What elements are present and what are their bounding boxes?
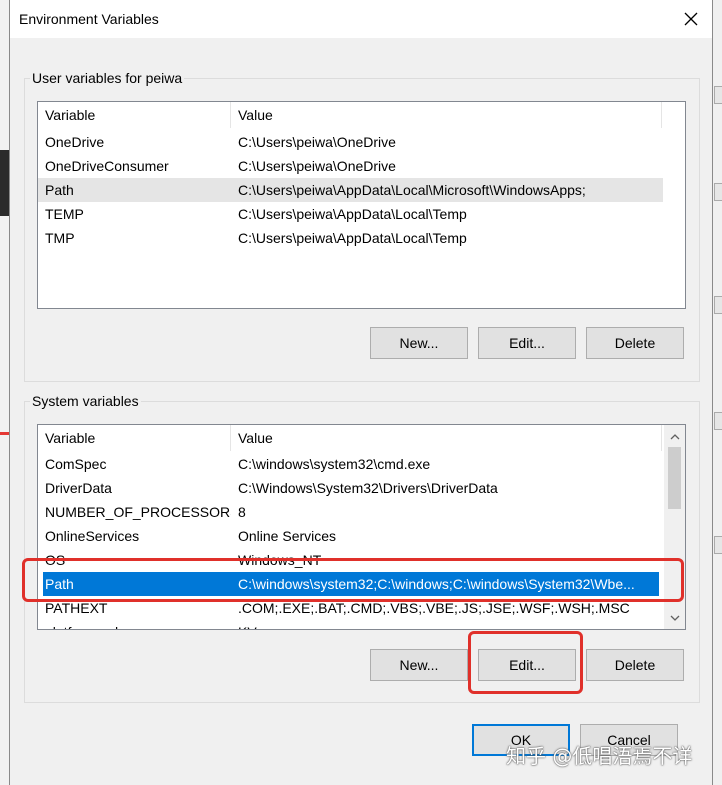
column-header-variable[interactable]: Variable <box>38 425 231 451</box>
background-control <box>714 296 722 314</box>
user-var-row[interactable]: OneDriveConsumer C:\Users\peiwa\OneDrive <box>38 154 663 178</box>
column-header-value[interactable]: Value <box>231 102 662 128</box>
system-new-button[interactable]: New... <box>370 649 468 681</box>
system-delete-button[interactable]: Delete <box>586 649 684 681</box>
environment-variables-dialog: Environment Variables User variables for… <box>9 0 713 785</box>
variable-value: C:\Users\peiwa\OneDrive <box>238 158 396 174</box>
variable-name: OneDrive <box>45 134 105 150</box>
variable-value: C:\windows\system32;C:\windows;C:\window… <box>238 576 635 592</box>
variable-name: NUMBER_OF_PROCESSORS <box>45 504 231 520</box>
column-header-variable[interactable]: Variable <box>38 102 231 128</box>
variable-name: TMP <box>45 230 75 246</box>
system-var-row-path-selected[interactable]: Path C:\windows\system32;C:\windows;C:\w… <box>43 572 659 596</box>
variable-name: OnlineServices <box>45 528 140 544</box>
dialog-title: Environment Variables <box>19 11 159 27</box>
system-var-row[interactable]: platformcode KV <box>38 620 664 629</box>
chevron-up-icon <box>670 434 679 440</box>
variable-name: OneDriveConsumer <box>45 158 169 174</box>
user-var-row[interactable]: OneDrive C:\Users\peiwa\OneDrive <box>38 130 663 154</box>
variable-value: KV <box>231 624 257 629</box>
system-var-row[interactable]: PATHEXT .COM;.EXE;.BAT;.CMD;.VBS;.VBE;.J… <box>38 596 664 620</box>
background-control <box>714 183 722 201</box>
screen: Environment Variables User variables for… <box>0 0 722 785</box>
system-var-row[interactable]: ComSpec C:\windows\system32\cmd.exe <box>38 452 664 476</box>
close-icon <box>684 12 698 26</box>
column-header-value[interactable]: Value <box>231 425 662 451</box>
system-var-row[interactable]: NUMBER_OF_PROCESSORS 8 <box>38 500 664 524</box>
scroll-thumb[interactable] <box>668 447 681 509</box>
user-new-button[interactable]: New... <box>370 327 468 359</box>
variable-value: C:\Users\peiwa\OneDrive <box>238 134 396 150</box>
variable-value: C:\Windows\System32\Drivers\DriverData <box>238 480 498 496</box>
variable-value: .COM;.EXE;.BAT;.CMD;.VBS;.VBE;.JS;.JSE;.… <box>238 600 630 616</box>
system-variables-label: System variables <box>30 393 141 409</box>
system-variables-list[interactable]: Variable Value ComSpec C:\windows\system… <box>37 424 686 630</box>
user-delete-button[interactable]: Delete <box>586 327 684 359</box>
variable-value: Windows_NT <box>238 552 322 568</box>
scroll-up-button[interactable] <box>664 427 685 447</box>
user-var-row[interactable]: TEMP C:\Users\peiwa\AppData\Local\Temp <box>38 202 663 226</box>
variable-name: PATHEXT <box>45 600 108 616</box>
variable-name: TEMP <box>45 206 84 222</box>
background-control <box>714 86 722 104</box>
title-bar[interactable]: Environment Variables <box>10 0 712 38</box>
system-var-row[interactable]: DriverData C:\Windows\System32\Drivers\D… <box>38 476 664 500</box>
variable-value: C:\Users\peiwa\AppData\Local\Temp <box>238 230 467 246</box>
close-button[interactable] <box>676 6 706 32</box>
user-list-header: Variable Value <box>38 102 662 128</box>
chevron-down-icon <box>670 615 679 621</box>
variable-value: C:\Users\peiwa\AppData\Local\Temp <box>238 206 467 222</box>
system-var-row[interactable]: OS Windows_NT <box>38 548 664 572</box>
variable-name: Path <box>45 576 74 592</box>
variable-name: Path <box>45 182 74 198</box>
variable-name: OS <box>45 552 66 568</box>
user-edit-button[interactable]: Edit... <box>478 327 576 359</box>
system-var-row[interactable]: OnlineServices Online Services <box>38 524 664 548</box>
system-list-scrollbar[interactable] <box>664 425 685 629</box>
variable-name: DriverData <box>45 480 112 496</box>
variable-name: ComSpec <box>45 456 107 472</box>
variable-value: 8 <box>238 504 246 520</box>
user-var-row[interactable]: TMP C:\Users\peiwa\AppData\Local\Temp <box>38 226 663 250</box>
system-list-header: Variable Value <box>38 425 662 451</box>
background-window-right <box>712 0 722 785</box>
background-control <box>714 536 722 554</box>
watermark: 知乎 @低唱浯焉不详 <box>506 744 693 768</box>
variable-name: platformcode <box>38 624 231 629</box>
variable-value: Online Services <box>238 528 337 544</box>
background-control <box>714 412 722 430</box>
scroll-down-button[interactable] <box>664 608 685 628</box>
system-edit-button[interactable]: Edit... <box>478 649 576 681</box>
user-variables-list[interactable]: Variable Value OneDrive C:\Users\peiwa\O… <box>37 101 686 309</box>
user-variables-label: User variables for peiwa <box>30 70 185 86</box>
variable-value: C:\windows\system32\cmd.exe <box>238 456 431 472</box>
variable-value: C:\Users\peiwa\AppData\Local\Microsoft\W… <box>238 182 586 198</box>
user-var-row-path[interactable]: Path C:\Users\peiwa\AppData\Local\Micros… <box>38 178 663 202</box>
